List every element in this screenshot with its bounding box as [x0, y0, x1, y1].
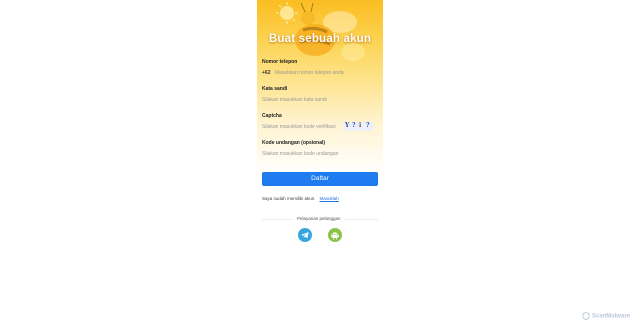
watermark: ScanMalware [582, 312, 630, 321]
phone-label: Nomor telepon [262, 59, 298, 65]
login-link[interactable]: Masuklah [320, 196, 339, 201]
login-text: Saya sudah memiliki akun. [262, 196, 316, 201]
register-button[interactable]: Daftar [262, 172, 378, 186]
watermark-text: ScanMalware [591, 313, 630, 320]
captcha-char: ? [352, 122, 356, 129]
telegram-icon[interactable] [298, 228, 312, 242]
country-code[interactable]: +62 [262, 70, 270, 76]
invite-code-input[interactable]: Silakan masukkan kode undangan [262, 151, 338, 157]
customer-service-label: Pelayanan pelanggan [293, 216, 345, 221]
page-title: Buat sebuah akun [268, 33, 372, 45]
phone-input[interactable]: Masukkan nomor telepon anda [275, 70, 344, 76]
login-prompt: Saya sudah memiliki akun. Masuklah [262, 196, 339, 201]
shield-icon [582, 312, 590, 321]
signup-page: Buat sebuah akun Nomor telepon +62 Masuk… [257, 0, 383, 331]
android-icon[interactable] [328, 228, 342, 242]
captcha-char: Y [345, 122, 350, 129]
password-input[interactable]: Silakan masukkan kata sandi [262, 97, 327, 103]
captcha-char: ? [366, 122, 370, 129]
captcha-input[interactable]: Silakan masukkan kode verifikasi [262, 124, 336, 130]
invite-code-label: Kode undangan (opsional) [262, 140, 326, 146]
captcha-char: i [359, 122, 362, 129]
captcha-image[interactable]: Y ? i ? [343, 122, 373, 131]
password-label: Kata sandi [262, 86, 288, 92]
captcha-label: Captcha [262, 113, 282, 119]
